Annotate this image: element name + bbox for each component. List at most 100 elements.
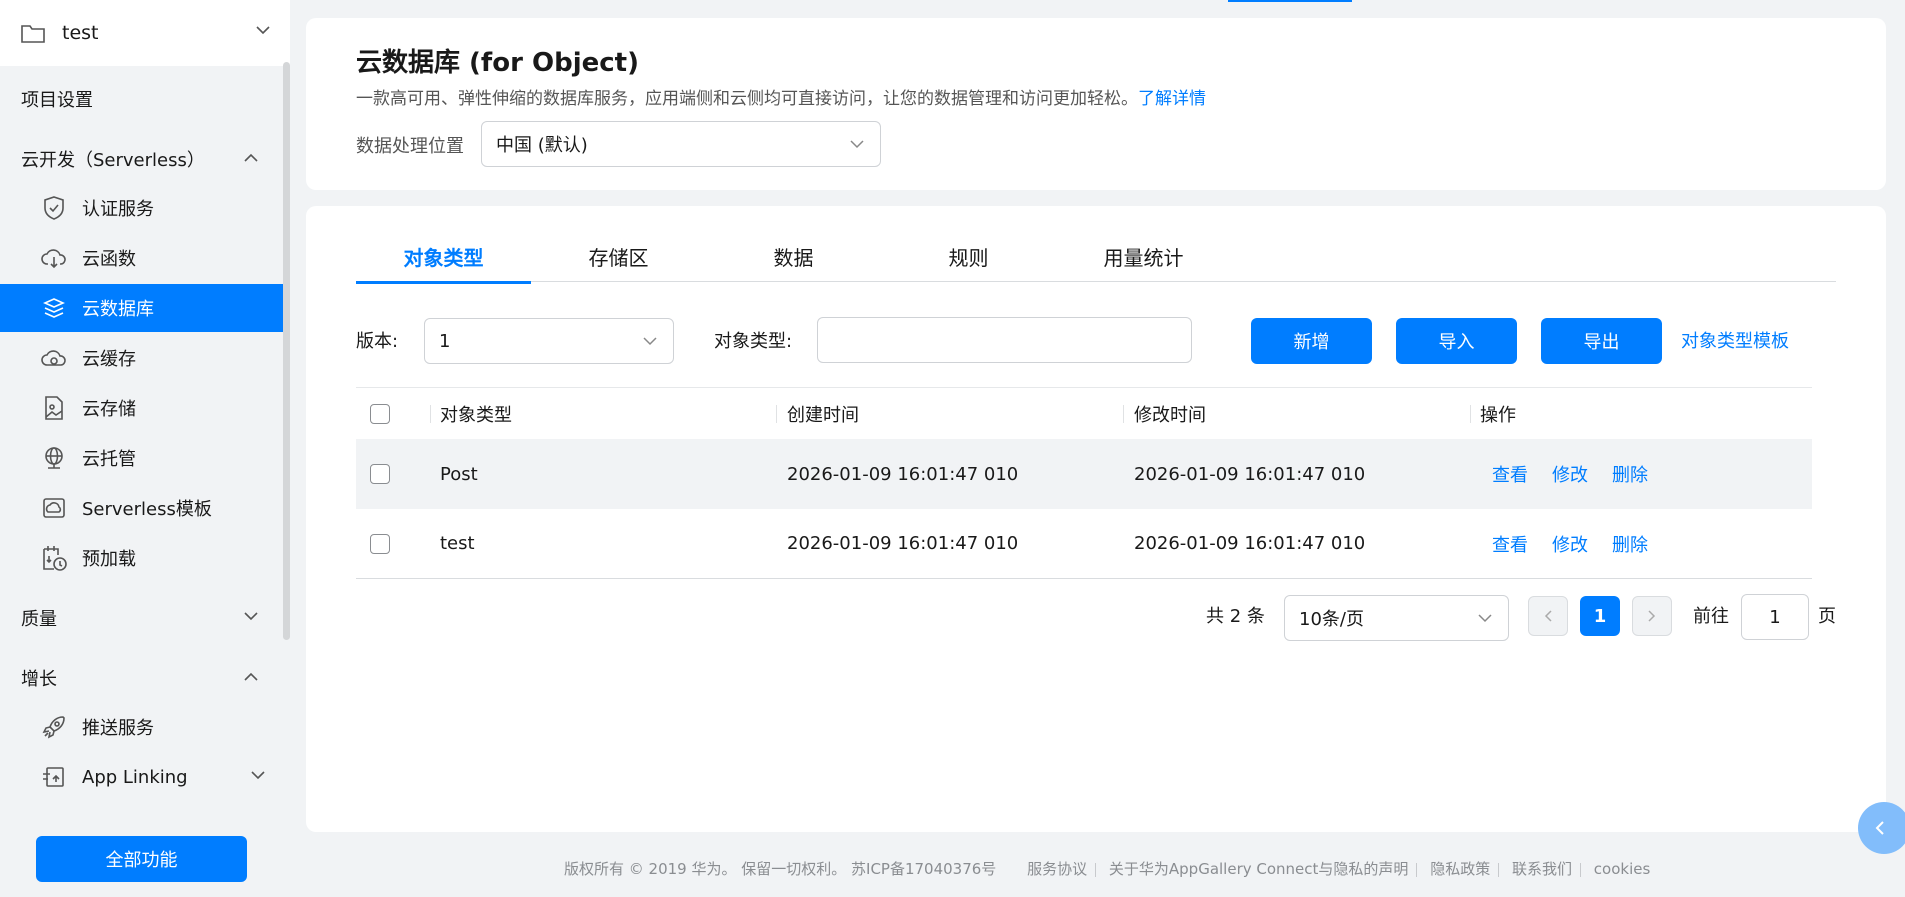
next-page-button[interactable]	[1632, 596, 1672, 636]
column-divider	[1123, 405, 1124, 423]
page-size-select[interactable]: 10条/页	[1284, 595, 1509, 641]
location-value: 中国 (默认)	[496, 135, 588, 156]
row-checkbox-cell[interactable]	[370, 509, 390, 578]
sidebar-item-storage[interactable]: 云存储	[0, 384, 284, 432]
rocket-icon	[40, 713, 68, 741]
row-checkbox-cell[interactable]	[370, 439, 390, 509]
view-link[interactable]: 查看	[1492, 461, 1528, 487]
tab-object-types[interactable]: 对象类型	[356, 230, 531, 284]
object-type-template-link[interactable]: 对象类型模板	[1681, 327, 1789, 353]
location-label: 数据处理位置	[356, 136, 464, 157]
row-checkbox[interactable]	[370, 464, 390, 484]
sidebar-group-quality[interactable]: 质量	[0, 594, 284, 642]
tab-storage-zone[interactable]: 存储区	[531, 230, 706, 282]
sidebar-scrollbar[interactable]	[283, 62, 290, 640]
top-nav-active-indicator	[1228, 0, 1352, 2]
row-checkbox[interactable]	[370, 533, 390, 554]
sidebar-item-hosting[interactable]: 云托管	[0, 434, 284, 482]
chevron-down-icon	[1478, 614, 1492, 623]
sidebar-item-templates[interactable]: Serverless模板	[0, 484, 284, 532]
sidebar-item-label: 云托管	[82, 449, 136, 470]
footer-link-privacy-policy[interactable]: 隐私政策	[1430, 860, 1490, 878]
column-divider	[1470, 405, 1471, 423]
view-link[interactable]: 查看	[1492, 531, 1528, 557]
footer-link-service-agreement[interactable]: 服务协议	[1027, 860, 1087, 878]
tab-rules[interactable]: 规则	[881, 230, 1056, 282]
object-type-input[interactable]	[817, 317, 1192, 363]
modified-time: 2026-01-09 16:01:47 010	[1134, 463, 1366, 485]
object-types-card: 对象类型 存储区 数据 规则 用量统计 版本: 1 对象类型: 新增 导入 导出…	[306, 206, 1886, 832]
table-header: 对象类型 创建时间 修改时间 操作	[356, 387, 1812, 439]
sidebar-item-label: 认证服务	[82, 199, 154, 220]
sidebar-group-label: 云开发（Serverless）	[21, 150, 205, 171]
column-header-object-type: 对象类型	[440, 404, 512, 426]
template-icon	[40, 494, 68, 522]
select-all-checkbox-cell[interactable]	[370, 388, 390, 439]
sidebar-item-label: 云函数	[82, 249, 136, 270]
sidebar: test 项目设置 云开发（Serverless） 认证服务 云函数 云数据库 …	[0, 0, 290, 897]
project-name: test	[62, 22, 99, 44]
select-all-checkbox[interactable]	[370, 403, 390, 424]
version-label: 版本:	[356, 331, 399, 352]
goto-page-input[interactable]: 1	[1741, 594, 1809, 640]
page-suffix-label: 页	[1818, 606, 1836, 627]
object-type-label: 对象类型:	[714, 331, 793, 352]
footer-link-contact-us[interactable]: 联系我们	[1512, 860, 1572, 878]
created-time: 2026-01-09 16:01:47 010	[787, 533, 1019, 554]
sidebar-item-functions[interactable]: 云函数	[0, 234, 284, 282]
tab-data[interactable]: 数据	[706, 230, 881, 282]
column-header-actions: 操作	[1480, 404, 1516, 426]
tab-usage-statistics[interactable]: 用量统计	[1056, 230, 1231, 282]
table-row: Post 2026-01-09 16:01:47 010 2026-01-09 …	[356, 439, 1812, 509]
sidebar-item-label: 预加载	[82, 549, 136, 570]
sidebar-item-label: 云数据库	[82, 299, 154, 320]
sidebar-group-growth[interactable]: 增长	[0, 654, 284, 702]
export-button[interactable]: 导出	[1541, 318, 1662, 364]
current-page-button[interactable]: 1	[1580, 596, 1620, 636]
app-linking-icon	[40, 763, 68, 791]
all-functions-button[interactable]: 全部功能	[36, 836, 247, 882]
sidebar-item-cache[interactable]: 云缓存	[0, 334, 284, 382]
footer-link-privacy-statement[interactable]: 关于华为AppGallery Connect与隐私的声明	[1109, 860, 1409, 878]
sidebar-item-label: 推送服务	[82, 718, 154, 739]
edit-link[interactable]: 修改	[1552, 531, 1588, 557]
folder-icon	[21, 25, 45, 43]
sidebar-item-label: Serverless模板	[82, 499, 212, 520]
sidebar-item-label: 云缓存	[82, 349, 136, 370]
sidebar-item-push[interactable]: 推送服务	[0, 703, 284, 751]
created-time: 2026-01-09 16:01:47 010	[787, 463, 1019, 485]
chevron-down-icon	[251, 771, 265, 780]
sidebar-item-auth[interactable]: 认证服务	[0, 184, 284, 232]
delete-link[interactable]: 删除	[1612, 461, 1648, 487]
database-header-card: 云数据库 (for Object) 一款高可用、弹性伸缩的数据库服务，应用端侧和…	[306, 18, 1886, 190]
sidebar-item-app-linking[interactable]: App Linking	[0, 753, 284, 801]
learn-more-link[interactable]: 了解详情	[1138, 89, 1206, 109]
collapse-panel-button[interactable]	[1858, 802, 1905, 854]
tab-bar: 对象类型 存储区 数据 规则 用量统计	[356, 230, 1836, 284]
chevron-down-icon	[850, 140, 864, 149]
chevron-right-icon	[1648, 610, 1656, 622]
pagination-total: 共 2 条	[1206, 606, 1265, 627]
sidebar-group-label: 增长	[21, 669, 57, 690]
row-actions: 查看 修改 删除	[1492, 509, 1672, 578]
sidebar-item-database[interactable]: 云数据库	[0, 284, 284, 332]
chevron-left-icon	[1544, 610, 1552, 622]
project-selector[interactable]: test	[0, 0, 290, 66]
globe-icon	[40, 444, 68, 472]
delete-link[interactable]: 删除	[1612, 531, 1648, 557]
sidebar-item-project-settings[interactable]: 项目设置	[0, 75, 284, 123]
description-text: 一款高可用、弹性伸缩的数据库服务，应用端侧和云侧均可直接访问，让您的数据管理和访…	[356, 89, 1138, 109]
goto-label: 前往	[1693, 606, 1729, 627]
row-actions: 查看 修改 删除	[1492, 439, 1672, 509]
edit-link[interactable]: 修改	[1552, 461, 1588, 487]
add-button[interactable]: 新增	[1251, 318, 1372, 364]
import-button[interactable]: 导入	[1396, 318, 1517, 364]
footer-link-cookies[interactable]: cookies	[1594, 860, 1651, 878]
sidebar-item-preload[interactable]: 预加载	[0, 534, 284, 582]
sidebar-item-label: 项目设置	[21, 90, 93, 111]
sidebar-group-serverless[interactable]: 云开发（Serverless）	[0, 135, 284, 183]
location-select[interactable]: 中国 (默认)	[481, 121, 881, 167]
storage-icon	[40, 394, 68, 422]
version-select[interactable]: 1	[424, 318, 674, 364]
prev-page-button[interactable]	[1528, 596, 1568, 636]
